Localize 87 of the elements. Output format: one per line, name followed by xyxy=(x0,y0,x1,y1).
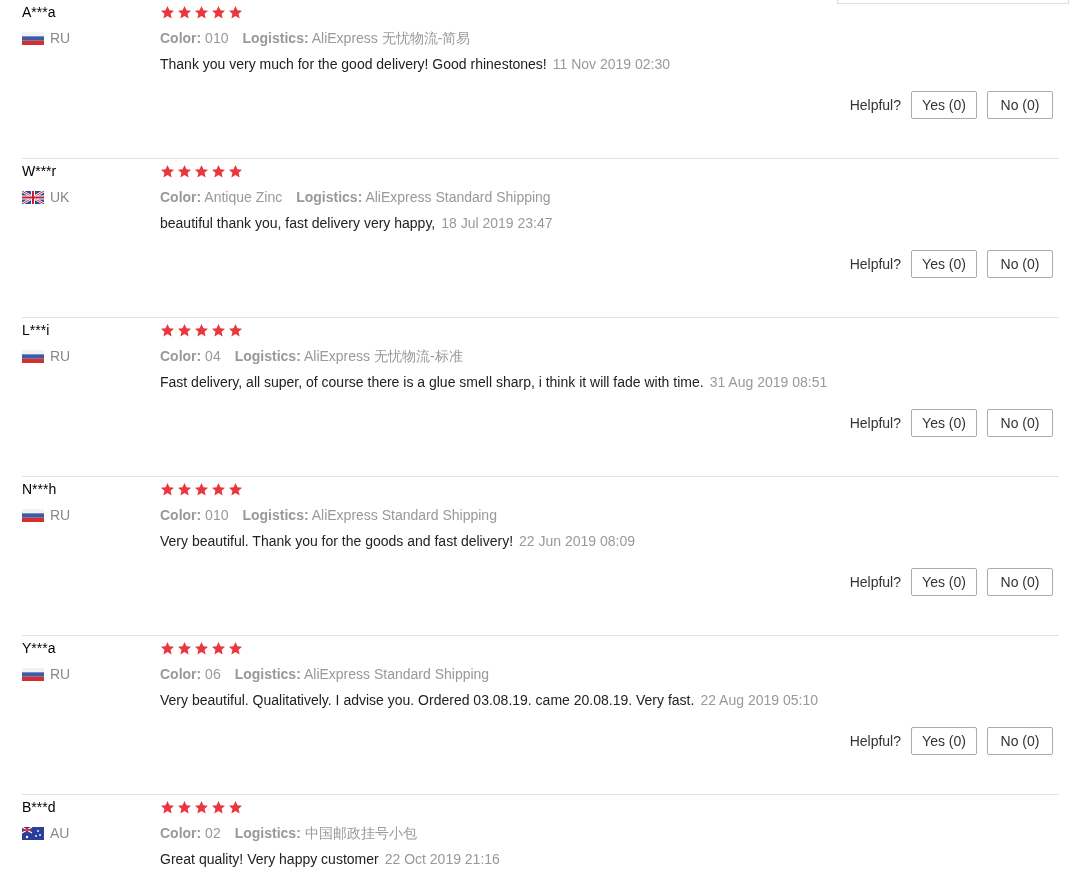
star-icon xyxy=(177,4,192,20)
flag-icon xyxy=(22,508,44,522)
helpful-label: Helpful? xyxy=(849,413,901,433)
helpful-label: Helpful? xyxy=(849,572,901,592)
no-button[interactable]: No (0) xyxy=(987,91,1053,119)
star-icon xyxy=(228,640,243,656)
star-icon xyxy=(194,799,209,815)
star-icon xyxy=(177,322,192,338)
star-icon xyxy=(228,4,243,20)
review-date: 22 Oct 2019 21:16 xyxy=(384,851,500,867)
star-icon xyxy=(211,163,226,179)
flag-icon xyxy=(22,826,44,840)
star-icon xyxy=(228,481,243,497)
color-info: Color: 02 xyxy=(160,825,221,841)
star-icon xyxy=(211,4,226,20)
star-icon xyxy=(177,640,192,656)
star-icon xyxy=(177,163,192,179)
flag-icon xyxy=(22,31,44,45)
yes-button[interactable]: Yes (0) xyxy=(911,409,977,437)
star-icon xyxy=(177,799,192,815)
country-label: RU xyxy=(22,505,71,525)
review-date: 18 Jul 2019 23:47 xyxy=(441,215,553,231)
helpful-label: Helpful? xyxy=(849,731,901,751)
logistics-info: Logistics: 中国邮政挂号小包 xyxy=(234,825,417,841)
star-icon xyxy=(160,163,175,179)
reviewer-name: N***h xyxy=(22,480,58,499)
no-button[interactable]: No (0) xyxy=(987,727,1053,755)
color-info: Color: Antique Zinc xyxy=(160,189,283,205)
star-icon xyxy=(160,322,175,338)
star-icon xyxy=(194,322,209,338)
star-icon xyxy=(194,640,209,656)
logistics-info: Logistics: AliExpress Standard Shipping xyxy=(296,189,551,205)
star-icon xyxy=(194,163,209,179)
no-button[interactable]: No (0) xyxy=(987,568,1053,596)
country-label: RU xyxy=(22,664,71,684)
yes-button[interactable]: Yes (0) xyxy=(911,727,977,755)
logistics-info: Logistics: AliExpress Standard Shipping xyxy=(234,666,490,682)
star-icon xyxy=(177,481,192,497)
color-info: Color: 010 xyxy=(160,507,229,523)
logistics-info: Logistics: AliExpress 无忧物流-简易 xyxy=(242,30,471,46)
review-text: Thank you very much for the good delivery! Good rhinestones! xyxy=(160,56,547,72)
yes-button[interactable]: Yes (0) xyxy=(911,250,977,278)
no-button[interactable]: No (0) xyxy=(987,409,1053,437)
yes-button[interactable]: Yes (0) xyxy=(911,91,977,119)
star-icon xyxy=(228,163,243,179)
review-date: 22 Jun 2019 08:09 xyxy=(519,533,636,549)
review-text: Very beautiful. Qualitatively. I advise you. Ordered 03.08.19. came 20.08.19. Very fast. xyxy=(160,692,695,708)
star-icon xyxy=(211,640,226,656)
logistics-info: Logistics: AliExpress 无忧物流-标准 xyxy=(234,348,463,364)
star-icon xyxy=(160,4,175,20)
flag-icon xyxy=(22,349,44,363)
flag-icon xyxy=(22,190,44,204)
star-icon xyxy=(160,799,175,815)
reviewer-name: L***i xyxy=(22,321,51,340)
no-button[interactable]: No (0) xyxy=(987,250,1053,278)
country-label: UK xyxy=(22,187,70,207)
star-icon xyxy=(211,322,226,338)
reviewer-name: B***d xyxy=(22,798,57,817)
yes-button[interactable]: Yes (0) xyxy=(911,568,977,596)
color-info: Color: 010 xyxy=(160,30,229,46)
review-text: Fast delivery, all super, of course there is a glue smell sharp, i think it will fade with time. xyxy=(160,374,704,390)
star-icon xyxy=(160,481,175,497)
reviewer-name: Y***a xyxy=(22,639,57,658)
review-text: beautiful thank you, fast delivery very happy, xyxy=(160,215,436,231)
helpful-label: Helpful? xyxy=(849,95,901,115)
country-label: AU xyxy=(22,823,70,843)
country-label: RU xyxy=(22,346,71,366)
star-icon xyxy=(160,640,175,656)
review-date: 11 Nov 2019 02:30 xyxy=(552,56,671,72)
reviewer-name: W***r xyxy=(22,162,58,181)
color-info: Color: 04 xyxy=(160,348,221,364)
star-icon xyxy=(194,4,209,20)
star-icon xyxy=(194,481,209,497)
star-icon xyxy=(228,322,243,338)
review-text: Great quality! Very happy customer xyxy=(160,851,379,867)
reviewer-name: A***a xyxy=(22,3,57,22)
logistics-info: Logistics: AliExpress Standard Shipping xyxy=(242,507,497,523)
flag-icon xyxy=(22,667,44,681)
star-icon xyxy=(211,481,226,497)
review-text: Very beautiful. Thank you for the goods and fast delivery! xyxy=(160,533,514,549)
helpful-label: Helpful? xyxy=(849,254,901,274)
review-date: 22 Aug 2019 05:10 xyxy=(700,692,818,708)
review-date: 31 Aug 2019 08:51 xyxy=(709,374,828,390)
color-info: Color: 06 xyxy=(160,666,221,682)
country-label: RU xyxy=(22,28,71,48)
star-icon xyxy=(228,799,243,815)
star-icon xyxy=(211,799,226,815)
